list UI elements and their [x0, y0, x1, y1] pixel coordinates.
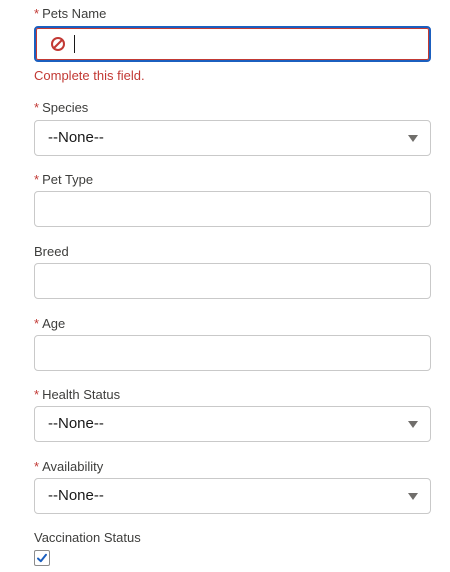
- pets-name-label-text: Pets Name: [42, 6, 107, 21]
- required-marker: *: [34, 6, 40, 21]
- availability-label: * Availability: [34, 459, 431, 475]
- pets-name-input[interactable]: [34, 26, 431, 62]
- health-status-label: * Health Status: [34, 387, 431, 403]
- health-status-select[interactable]: --None--: [34, 406, 431, 442]
- age-field: * Age: [34, 316, 431, 371]
- vaccination-status-field: Vaccination Status: [34, 530, 431, 566]
- health-status-label-text: Health Status: [42, 387, 121, 402]
- text-cursor: [74, 35, 75, 53]
- age-input[interactable]: [34, 335, 431, 371]
- required-marker: *: [34, 387, 40, 402]
- checkmark-icon: [37, 553, 47, 563]
- breed-field: Breed: [34, 244, 431, 299]
- pet-type-label: * Pet Type: [34, 172, 431, 188]
- vaccination-status-label: Vaccination Status: [34, 530, 141, 545]
- health-status-selected-value: --None--: [48, 415, 104, 432]
- required-marker: *: [34, 459, 40, 474]
- required-marker: *: [34, 100, 40, 115]
- chevron-down-icon: [408, 421, 418, 428]
- species-label-text: Species: [42, 100, 89, 115]
- age-label-text: Age: [42, 316, 66, 331]
- required-marker: *: [34, 316, 40, 331]
- species-selected-value: --None--: [48, 129, 104, 146]
- breed-input[interactable]: [34, 263, 431, 299]
- age-label: * Age: [34, 316, 431, 332]
- species-field: * Species --None--: [34, 100, 431, 156]
- species-select[interactable]: --None--: [34, 120, 431, 156]
- health-status-field: * Health Status --None--: [34, 387, 431, 442]
- pet-type-field: * Pet Type: [34, 172, 431, 227]
- pet-form: * Pets Name Complete this field. * Speci…: [0, 0, 450, 572]
- availability-label-text: Availability: [42, 459, 104, 474]
- vaccination-status-checkbox[interactable]: [34, 550, 50, 566]
- availability-field: * Availability --None--: [34, 459, 431, 514]
- pet-type-input[interactable]: [34, 191, 431, 227]
- pet-type-label-text: Pet Type: [42, 172, 94, 187]
- availability-select[interactable]: --None--: [34, 478, 431, 514]
- pets-name-field: * Pets Name Complete this field.: [34, 6, 431, 83]
- species-label: * Species: [34, 100, 431, 116]
- pets-name-error: Complete this field.: [34, 68, 145, 83]
- chevron-down-icon: [408, 135, 418, 142]
- required-marker: *: [34, 172, 40, 187]
- prohibited-icon: [51, 37, 65, 51]
- chevron-down-icon: [408, 493, 418, 500]
- availability-selected-value: --None--: [48, 487, 104, 504]
- pets-name-label: * Pets Name: [34, 6, 431, 22]
- breed-label: Breed: [34, 244, 69, 259]
